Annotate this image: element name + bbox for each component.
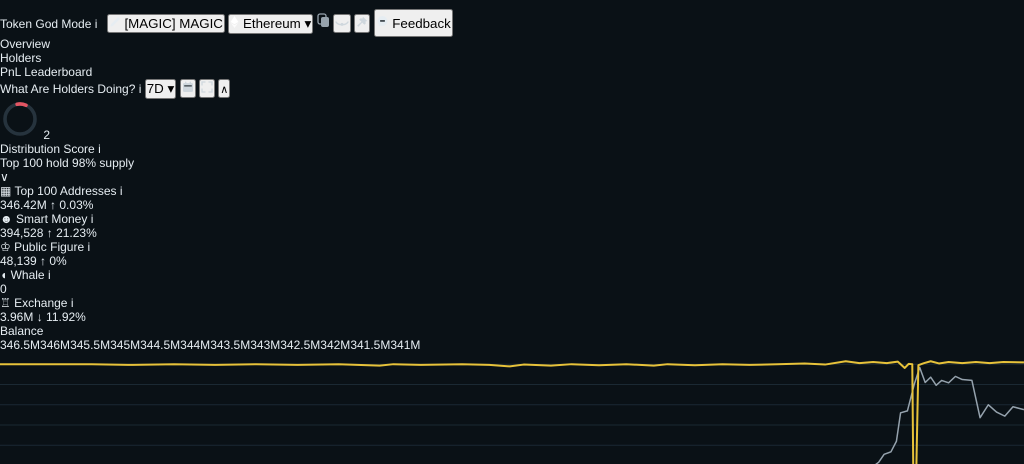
watch-visibility-button[interactable] xyxy=(332,14,351,33)
fullscreen-icon xyxy=(201,81,213,93)
card-value: 48,139 xyxy=(0,254,37,268)
card-value: 0 xyxy=(0,282,7,296)
distribution-score-gauge: 2 xyxy=(0,99,1024,142)
card-delta: ↑ 0% xyxy=(40,254,67,268)
tab-bar: Overview Holders PnL Leaderboard xyxy=(0,37,1024,79)
card-title: Top 100 Addresses xyxy=(14,184,117,198)
card-whale[interactable]: ◖ Whale i 0 xyxy=(0,268,1024,296)
section-title: What Are Holders Doing? xyxy=(0,82,136,96)
exchange-bank-icon: ♖ xyxy=(0,296,11,310)
chevron-up-icon: ∧ xyxy=(220,84,229,96)
info-icon[interactable]: i xyxy=(120,184,123,198)
card-delta: ↓ 11.92% xyxy=(36,310,86,324)
card-smart-money[interactable]: ☻ Smart Money i 394,528 ↑ 21.23% xyxy=(0,212,1024,240)
holders-panel: What Are Holders Doing? i 7D ▾ ∧ 2 Distr… xyxy=(0,79,1024,464)
holder-metric-cards: 2 Distribution Score i Top 100 hold 98% … xyxy=(0,99,1024,324)
pin-button[interactable] xyxy=(354,14,371,33)
token-selector-label: [MAGIC] MAGIC xyxy=(124,16,223,31)
distribution-score-card[interactable]: 2 Distribution Score i Top 100 hold 98% … xyxy=(0,99,1024,184)
card-value: 3.96M xyxy=(0,310,34,324)
pencil-icon xyxy=(109,16,121,28)
smart-money-face-icon: ☻ xyxy=(0,212,13,226)
holders-chart: Balance 346.5M346M345.5M345M344.5M344M34… xyxy=(0,324,1024,464)
chevron-down-icon: ▾ xyxy=(304,16,312,31)
left-axis-title: Balance xyxy=(0,324,44,338)
header-bar: Token God Mode i [MAGIC] MAGIC Ethereum … xyxy=(0,9,1024,37)
tab-holders[interactable]: Holders xyxy=(0,51,1024,65)
chat-bubble-icon xyxy=(376,15,389,28)
timeframe-dropdown[interactable]: 7D ▾ xyxy=(144,79,177,99)
card-value: 346.42M xyxy=(0,198,47,212)
chart-plot-area[interactable] xyxy=(0,352,1024,464)
chevron-down-icon: ∨ xyxy=(0,170,9,184)
page-info-icon[interactable]: i xyxy=(95,17,98,31)
ethereum-icon xyxy=(230,16,243,31)
tab-overview[interactable]: Overview xyxy=(0,37,1024,51)
info-icon[interactable]: i xyxy=(87,240,90,254)
pin-icon xyxy=(356,16,368,28)
card-delta: ↑ 21.23% xyxy=(46,226,97,240)
section-info-icon[interactable]: i xyxy=(139,82,142,96)
card-title: Exchange xyxy=(14,296,68,310)
whale-icon: ◖ xyxy=(0,268,8,282)
series-balance xyxy=(0,367,1024,464)
calendar-button[interactable] xyxy=(179,79,196,98)
card-delta: ↑ 0.03% xyxy=(50,198,94,212)
chain-selector-dropdown[interactable]: Ethereum ▾ xyxy=(228,14,314,34)
info-icon[interactable]: i xyxy=(71,296,74,310)
distribution-score-value: 2 xyxy=(43,128,51,142)
balance-axis-ticks: 346.5M346M345.5M345M344.5M344M343.5M343M… xyxy=(0,338,421,352)
eye-icon xyxy=(335,18,349,28)
series-token-price xyxy=(0,361,1024,464)
timeframe-label: 7D xyxy=(146,81,164,96)
card-public-figure[interactable]: ♔ Public Figure i 48,139 ↑ 0% xyxy=(0,240,1024,268)
public-figure-icon: ♔ xyxy=(0,240,11,254)
collapse-button[interactable]: ∧ xyxy=(218,79,231,98)
chain-selector-label: Ethereum xyxy=(242,16,301,31)
card-value: 394,528 xyxy=(0,226,44,240)
info-icon[interactable]: i xyxy=(48,268,51,282)
calendar-icon xyxy=(182,81,194,93)
top-gradient-strip xyxy=(0,0,1024,9)
token-selector-button[interactable]: [MAGIC] MAGIC xyxy=(106,14,225,33)
distribution-score-subtitle: Top 100 hold 98% supply xyxy=(0,156,135,170)
page-title: Token God Mode xyxy=(0,17,92,31)
fullscreen-button[interactable] xyxy=(198,79,215,98)
addresses-grid-icon: ▦ xyxy=(0,184,12,198)
feedback-button[interactable]: Feedback xyxy=(373,9,453,37)
distribution-info-icon[interactable]: i xyxy=(98,142,101,156)
card-title: Public Figure xyxy=(14,240,85,254)
card-top-100-addresses[interactable]: ▦ Top 100 Addresses i 346.42M ↑ 0.03% xyxy=(0,184,1024,212)
feedback-label: Feedback xyxy=(392,16,451,31)
chevron-down-icon: ▾ xyxy=(167,81,175,96)
distribution-score-title: Distribution Score xyxy=(0,142,95,156)
card-title: Smart Money xyxy=(15,212,88,226)
info-icon[interactable]: i xyxy=(91,212,94,226)
tab-pnl-leaderboard[interactable]: PnL Leaderboard xyxy=(0,65,1024,79)
card-title: Whale xyxy=(10,268,45,282)
copy-address-icon[interactable] xyxy=(316,13,330,28)
card-exchange[interactable]: ♖ Exchange i 3.96M ↓ 11.92% xyxy=(0,296,1024,324)
